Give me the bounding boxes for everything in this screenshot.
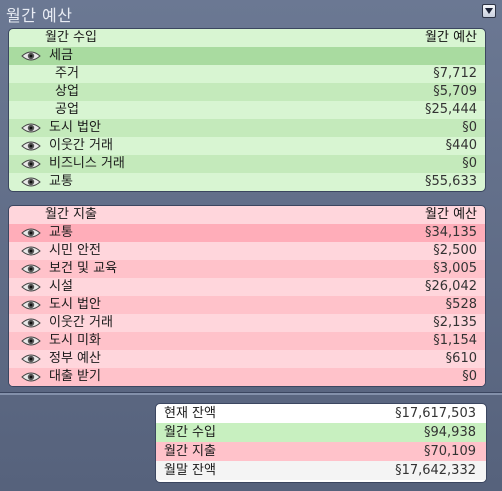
- eye-icon[interactable]: [21, 317, 41, 329]
- monthly-expense-value: §70,109: [424, 444, 476, 459]
- expense-section: 월간 지출 월간 예산 교통 §34,135 시민 안전 §2,500 보건 및 교육 §…: [8, 205, 486, 387]
- expense-row: 시설 §26,042: [9, 278, 485, 296]
- income-header-label: 월간 수입: [45, 30, 97, 45]
- income-header: 월간 수입 월간 예산: [9, 29, 485, 47]
- eye-icon[interactable]: [21, 263, 41, 275]
- expense-row: 정부 예산 §610: [9, 350, 485, 368]
- expense-row-label: 시설: [49, 279, 73, 294]
- income-row-value: §55,633: [425, 174, 477, 189]
- eye-icon[interactable]: [21, 281, 41, 293]
- collapse-button[interactable]: [482, 4, 496, 18]
- expense-row: 대출 받기 §0: [9, 368, 485, 386]
- income-row-label: 세금: [49, 48, 73, 63]
- expense-row-value: §528: [445, 297, 477, 312]
- income-row: 상업 §5,709: [9, 83, 485, 101]
- income-row: 공업 §25,444: [9, 101, 485, 119]
- eye-icon[interactable]: [21, 176, 41, 188]
- expense-row-value: §26,042: [425, 279, 477, 294]
- end-balance-label: 월말 잔액: [164, 463, 216, 478]
- expense-row-value: §2,500: [433, 243, 477, 258]
- expense-row-value: §1,154: [433, 333, 477, 348]
- eye-icon[interactable]: [21, 335, 41, 347]
- expense-row-label: 보건 및 교육: [49, 261, 118, 276]
- income-row: 도시 법안 §0: [9, 119, 485, 137]
- income-row-value: §25,444: [425, 102, 477, 117]
- income-row: 비즈니스 거래 §0: [9, 155, 485, 173]
- summary-box: 현재 잔액 §17,617,503 월간 수입 §94,938 월간 지출 §7…: [155, 403, 487, 483]
- income-row-label: 상업: [55, 84, 79, 99]
- expense-row: 도시 법안 §528: [9, 296, 485, 314]
- income-row: 세금: [9, 47, 485, 65]
- expense-row-label: 시민 안전: [49, 243, 101, 258]
- income-row: 주거 §7,712: [9, 65, 485, 83]
- expense-row-value: §2,135: [433, 315, 477, 330]
- income-row-label: 비즈니스 거래: [49, 156, 125, 171]
- expense-row: 교통 §34,135: [9, 224, 485, 242]
- current-balance-value: §17,617,503: [395, 406, 476, 421]
- end-balance-row: 월말 잔액 §17,642,332: [156, 461, 486, 480]
- eye-icon[interactable]: [21, 299, 41, 311]
- panel-title: 월간 예산: [6, 6, 73, 25]
- expense-row: 이웃간 거래 §2,135: [9, 314, 485, 332]
- monthly-income-row: 월간 수입 §94,938: [156, 423, 486, 442]
- expense-row: 보건 및 교육 §3,005: [9, 260, 485, 278]
- income-row-label: 교통: [49, 174, 73, 189]
- expense-row: 시민 안전 §2,500: [9, 242, 485, 260]
- income-row-value: §7,712: [433, 66, 477, 81]
- eye-icon[interactable]: [21, 50, 41, 62]
- expense-row-value: §34,135: [425, 225, 477, 240]
- expense-header-value: 월간 예산: [425, 207, 477, 222]
- income-row-label: 도시 법안: [49, 120, 101, 135]
- income-row-value: §0: [462, 156, 477, 171]
- expense-row-value: §3,005: [433, 261, 477, 276]
- chevron-down-icon: [485, 8, 493, 14]
- expense-row-label: 이웃간 거래: [49, 315, 113, 330]
- current-balance-row: 현재 잔액 §17,617,503: [156, 404, 486, 423]
- expense-row-label: 도시 법안: [49, 297, 101, 312]
- monthly-income-label: 월간 수입: [164, 425, 216, 440]
- expense-row-value: §610: [445, 351, 477, 366]
- eye-icon[interactable]: [21, 245, 41, 257]
- expense-row-label: 대출 받기: [49, 369, 101, 384]
- eye-icon[interactable]: [21, 158, 41, 170]
- current-balance-label: 현재 잔액: [164, 406, 216, 421]
- divider: [0, 392, 502, 395]
- eye-icon[interactable]: [21, 140, 41, 152]
- budget-panel: 월간 예산 월간 수입 월간 예산 세금주거 §7,712 상업 §5,709 공업 §2…: [0, 0, 502, 491]
- end-balance-value: §17,642,332: [395, 463, 476, 478]
- income-header-value: 월간 예산: [425, 30, 477, 45]
- monthly-expense-row: 월간 지출 §70,109: [156, 442, 486, 461]
- income-row-label: 공업: [55, 102, 79, 117]
- income-row: 이웃간 거래 §440: [9, 137, 485, 155]
- expense-row-label: 정부 예산: [49, 351, 101, 366]
- expense-row: 도시 미화 §1,154: [9, 332, 485, 350]
- eye-icon[interactable]: [21, 353, 41, 365]
- income-row: 교통 §55,633: [9, 173, 485, 191]
- income-row-label: 주거: [55, 66, 79, 81]
- expense-header: 월간 지출 월간 예산: [9, 206, 485, 224]
- eye-icon[interactable]: [21, 227, 41, 239]
- income-section: 월간 수입 월간 예산 세금주거 §7,712 상업 §5,709 공업 §25,444 도…: [8, 28, 486, 192]
- income-row-label: 이웃간 거래: [49, 138, 113, 153]
- monthly-expense-label: 월간 지출: [164, 444, 216, 459]
- income-row-value: §5,709: [433, 84, 477, 99]
- expense-row-label: 도시 미화: [49, 333, 101, 348]
- income-row-value: §440: [445, 138, 477, 153]
- income-row-value: §0: [462, 120, 477, 135]
- expense-row-label: 교통: [49, 225, 73, 240]
- expense-header-label: 월간 지출: [45, 207, 97, 222]
- monthly-income-value: §94,938: [424, 425, 476, 440]
- eye-icon[interactable]: [21, 371, 41, 383]
- expense-row-value: §0: [462, 369, 477, 384]
- eye-icon[interactable]: [21, 122, 41, 134]
